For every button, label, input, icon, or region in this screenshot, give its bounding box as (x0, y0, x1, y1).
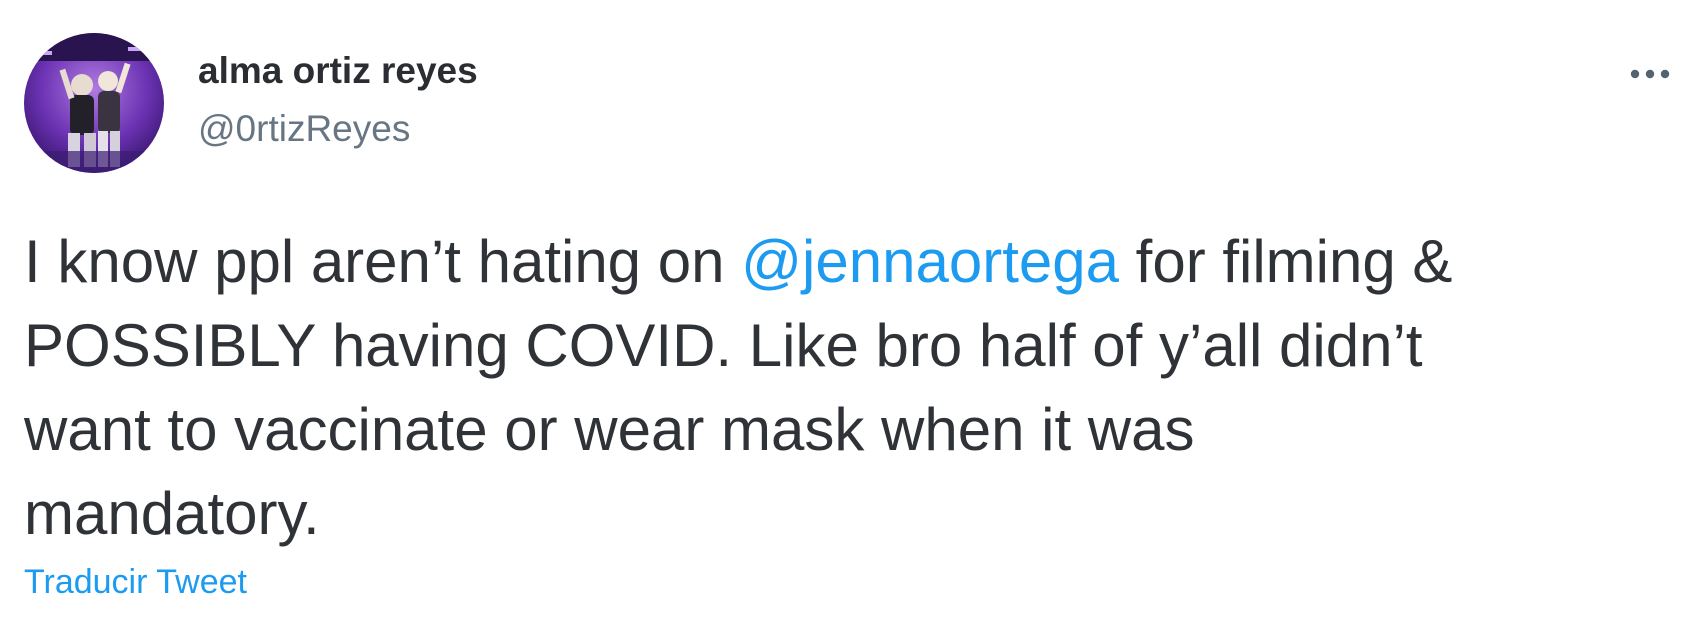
author-handle[interactable]: @0rtizReyes (198, 108, 410, 150)
translate-tweet-link[interactable]: Traducir Tweet (24, 563, 247, 602)
tweet-text-segment: POSSIBLY having COVID. Like bro half of … (24, 312, 1423, 379)
author-display-name[interactable]: alma ortiz reyes (198, 50, 478, 92)
tweet-text-segment: mandatory. (24, 480, 320, 547)
mention-link[interactable]: @jennaortega (741, 228, 1119, 295)
author-avatar[interactable] (24, 33, 164, 173)
tweet-line: mandatory. (24, 472, 1664, 556)
tweet-text-segment: want to vaccinate or wear mask when it w… (24, 396, 1195, 463)
avatar-photo-icon (24, 33, 164, 173)
tweet-line: I know ppl aren’t hating on @jennaortega… (24, 220, 1664, 304)
tweet-line: want to vaccinate or wear mask when it w… (24, 388, 1664, 472)
ellipsis-horizontal-icon (1630, 69, 1670, 79)
tweet-text-segment: I know ppl aren’t hating on (24, 228, 742, 295)
tweet-text-segment: for filming & (1118, 228, 1453, 295)
tweet-card: alma ortiz reyes @0rtizReyes I know ppl … (0, 0, 1698, 620)
tweet-line: POSSIBLY having COVID. Like bro half of … (24, 304, 1664, 388)
tweet-body: I know ppl aren’t hating on @jennaortega… (24, 220, 1664, 556)
more-options-button[interactable] (1625, 60, 1675, 88)
